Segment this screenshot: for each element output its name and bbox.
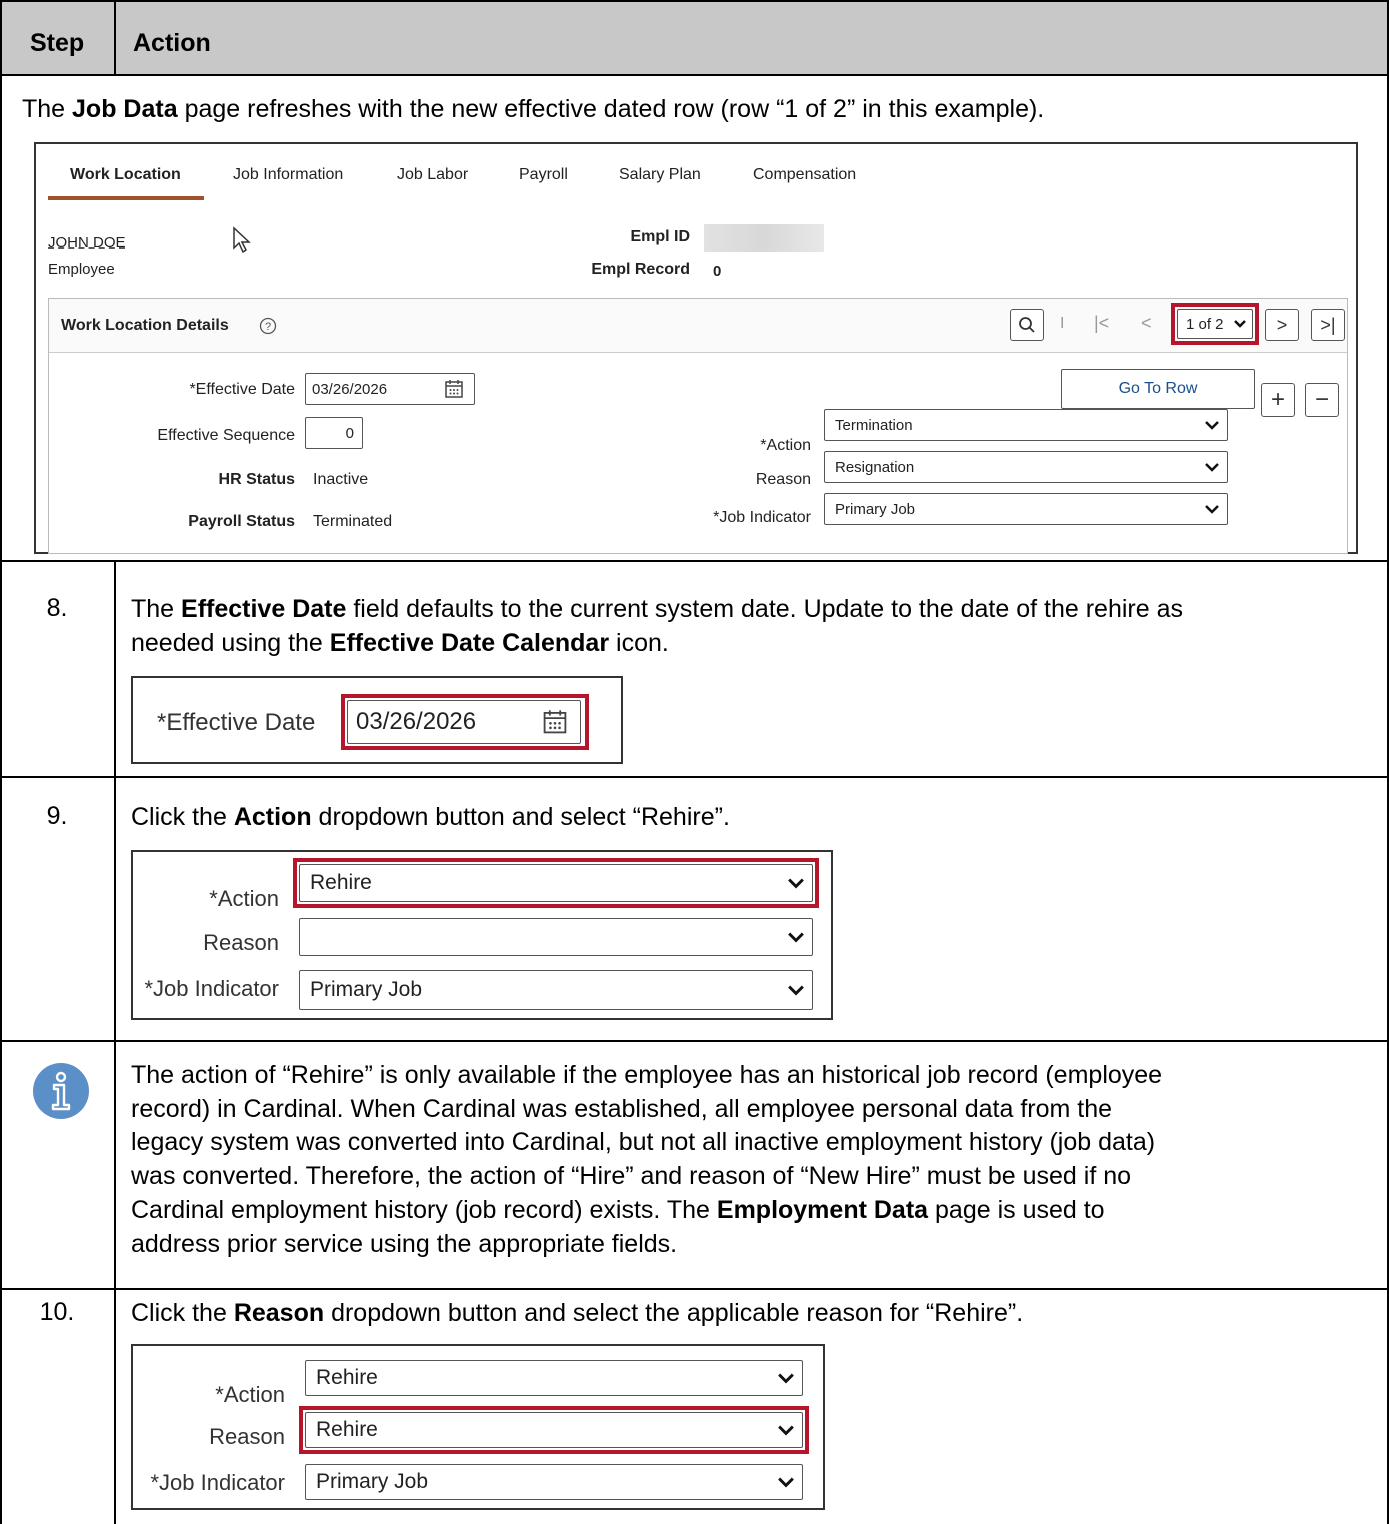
empl-record-value: 0 bbox=[713, 263, 722, 280]
tab-job-labor[interactable]: Job Labor bbox=[397, 166, 468, 184]
step-number: 9. bbox=[46, 802, 68, 830]
section-title: Work Location Details bbox=[61, 317, 229, 334]
job-indicator-label: *Job Indicator bbox=[144, 976, 279, 1001]
note-line-6: address prior service using the appropri… bbox=[131, 1230, 678, 1258]
intro-text: The Job Data page refreshes with the new… bbox=[22, 95, 1045, 123]
reason-label: Reason bbox=[203, 930, 279, 955]
table-header: Step Action bbox=[0, 0, 1389, 76]
empl-id-redacted bbox=[704, 224, 824, 252]
chevron-down-icon bbox=[788, 932, 804, 943]
payroll-status-value: Terminated bbox=[313, 513, 393, 530]
work-location-details-section: Work Location Details ? I |< < 1 of 2 > … bbox=[48, 298, 1348, 554]
last-icon[interactable]: >| bbox=[1311, 309, 1345, 341]
note-line-1: The action of “Rehire” is only available… bbox=[131, 1061, 1163, 1089]
chevron-down-icon bbox=[1205, 505, 1219, 514]
active-tab-indicator bbox=[48, 196, 204, 200]
step-10-text: Click the Reason dropdown button and sel… bbox=[131, 1299, 1024, 1327]
search-icon[interactable] bbox=[1010, 309, 1044, 341]
action-label: *Action bbox=[760, 437, 811, 454]
chevron-down-icon bbox=[788, 985, 804, 996]
calendar-icon[interactable] bbox=[444, 379, 464, 399]
reason-select[interactable]: Resignation bbox=[824, 451, 1228, 483]
job-indicator-label: *Job Indicator bbox=[150, 1470, 285, 1495]
tab-job-information[interactable]: Job Information bbox=[233, 166, 343, 184]
chevron-down-icon bbox=[1205, 421, 1219, 430]
first-icon[interactable]: |< bbox=[1094, 313, 1109, 334]
effective-date-label: *Effective Date bbox=[157, 709, 316, 736]
chevron-down-icon bbox=[778, 1477, 794, 1488]
note-line-4: was converted. Therefore, the action of … bbox=[131, 1162, 1132, 1190]
header-action: Action bbox=[133, 29, 211, 57]
reason-label: Reason bbox=[755, 471, 811, 488]
row-counter-highlight bbox=[1171, 303, 1259, 345]
action-highlight bbox=[293, 858, 819, 908]
nav-separator: I bbox=[1060, 315, 1065, 332]
reason-select[interactable] bbox=[299, 918, 813, 956]
hr-status-label: HR Status bbox=[218, 471, 295, 488]
chevron-down-icon bbox=[1205, 463, 1219, 472]
effective-date-highlight bbox=[341, 694, 589, 750]
chevron-down-icon bbox=[778, 1373, 794, 1384]
reason-screenshot: *Action Rehire Reason Rehire *Job Indica… bbox=[131, 1344, 825, 1510]
step-8-text-line1: The Effective Date field defaults to the… bbox=[131, 595, 1183, 623]
effective-sequence-input[interactable]: 0 bbox=[305, 417, 363, 449]
effective-date-input[interactable]: 03/26/2026 bbox=[305, 373, 475, 405]
action-label: *Action bbox=[209, 886, 279, 911]
reason-label: Reason bbox=[209, 1424, 285, 1449]
header-step: Step bbox=[30, 29, 85, 57]
job-indicator-select[interactable]: Primary Job bbox=[299, 970, 813, 1010]
reason-highlight bbox=[299, 1406, 809, 1454]
cursor-arrow-icon bbox=[233, 226, 251, 254]
action-label: *Action bbox=[215, 1382, 285, 1407]
action-screenshot: *Action Rehire Reason *Job Indicator Pri… bbox=[131, 850, 833, 1020]
job-indicator-select[interactable]: Primary Job bbox=[305, 1464, 803, 1500]
instruction-table: Step Action The Job Data page refreshes … bbox=[0, 0, 1389, 1524]
prev-icon[interactable]: < bbox=[1141, 313, 1152, 334]
job-data-screenshot: Work Location Job Information Job Labor … bbox=[34, 142, 1358, 554]
step-9-text: Click the Action dropdown button and sel… bbox=[131, 803, 730, 831]
effective-date-screenshot: *Effective Date 03/26/2026 bbox=[131, 676, 623, 764]
job-indicator-select[interactable]: Primary Job bbox=[824, 493, 1228, 525]
empl-record-label: Empl Record bbox=[591, 261, 690, 278]
svg-text:?: ? bbox=[265, 321, 271, 333]
job-indicator-label: *Job Indicator bbox=[713, 509, 811, 526]
step-number: 8. bbox=[46, 594, 68, 622]
payroll-status-label: Payroll Status bbox=[188, 513, 295, 530]
empl-id-label: Empl ID bbox=[630, 228, 690, 245]
next-icon[interactable]: > bbox=[1265, 309, 1299, 341]
plus-icon[interactable]: + bbox=[1261, 383, 1295, 417]
effective-date-label: *Effective Date bbox=[189, 381, 295, 398]
info-icon bbox=[33, 1063, 89, 1119]
tab-salary-plan[interactable]: Salary Plan bbox=[619, 166, 701, 184]
effective-sequence-label: Effective Sequence bbox=[157, 427, 295, 444]
note-line-2: record) in Cardinal. When Cardinal was e… bbox=[131, 1095, 1113, 1123]
tab-payroll[interactable]: Payroll bbox=[519, 166, 568, 184]
step-8-text-line2: needed using the Effective Date Calendar… bbox=[131, 629, 669, 657]
minus-icon[interactable]: − bbox=[1305, 383, 1339, 417]
step-number: 10. bbox=[39, 1298, 75, 1326]
employee-name-link[interactable]: JOHN DOE bbox=[48, 234, 126, 251]
hr-status-value: Inactive bbox=[313, 471, 369, 488]
employee-type: Employee bbox=[48, 261, 115, 278]
tab-compensation[interactable]: Compensation bbox=[753, 166, 856, 184]
help-circle-icon[interactable]: ? bbox=[259, 317, 277, 335]
tab-work-location[interactable]: Work Location bbox=[70, 166, 181, 184]
note-line-3: legacy system was converted into Cardina… bbox=[131, 1128, 1156, 1156]
note-line-5: Cardinal employment history (job record)… bbox=[131, 1196, 1105, 1224]
go-to-row-button[interactable]: Go To Row bbox=[1061, 369, 1255, 409]
action-select[interactable]: Termination bbox=[824, 409, 1228, 441]
action-select[interactable]: Rehire bbox=[305, 1360, 803, 1396]
